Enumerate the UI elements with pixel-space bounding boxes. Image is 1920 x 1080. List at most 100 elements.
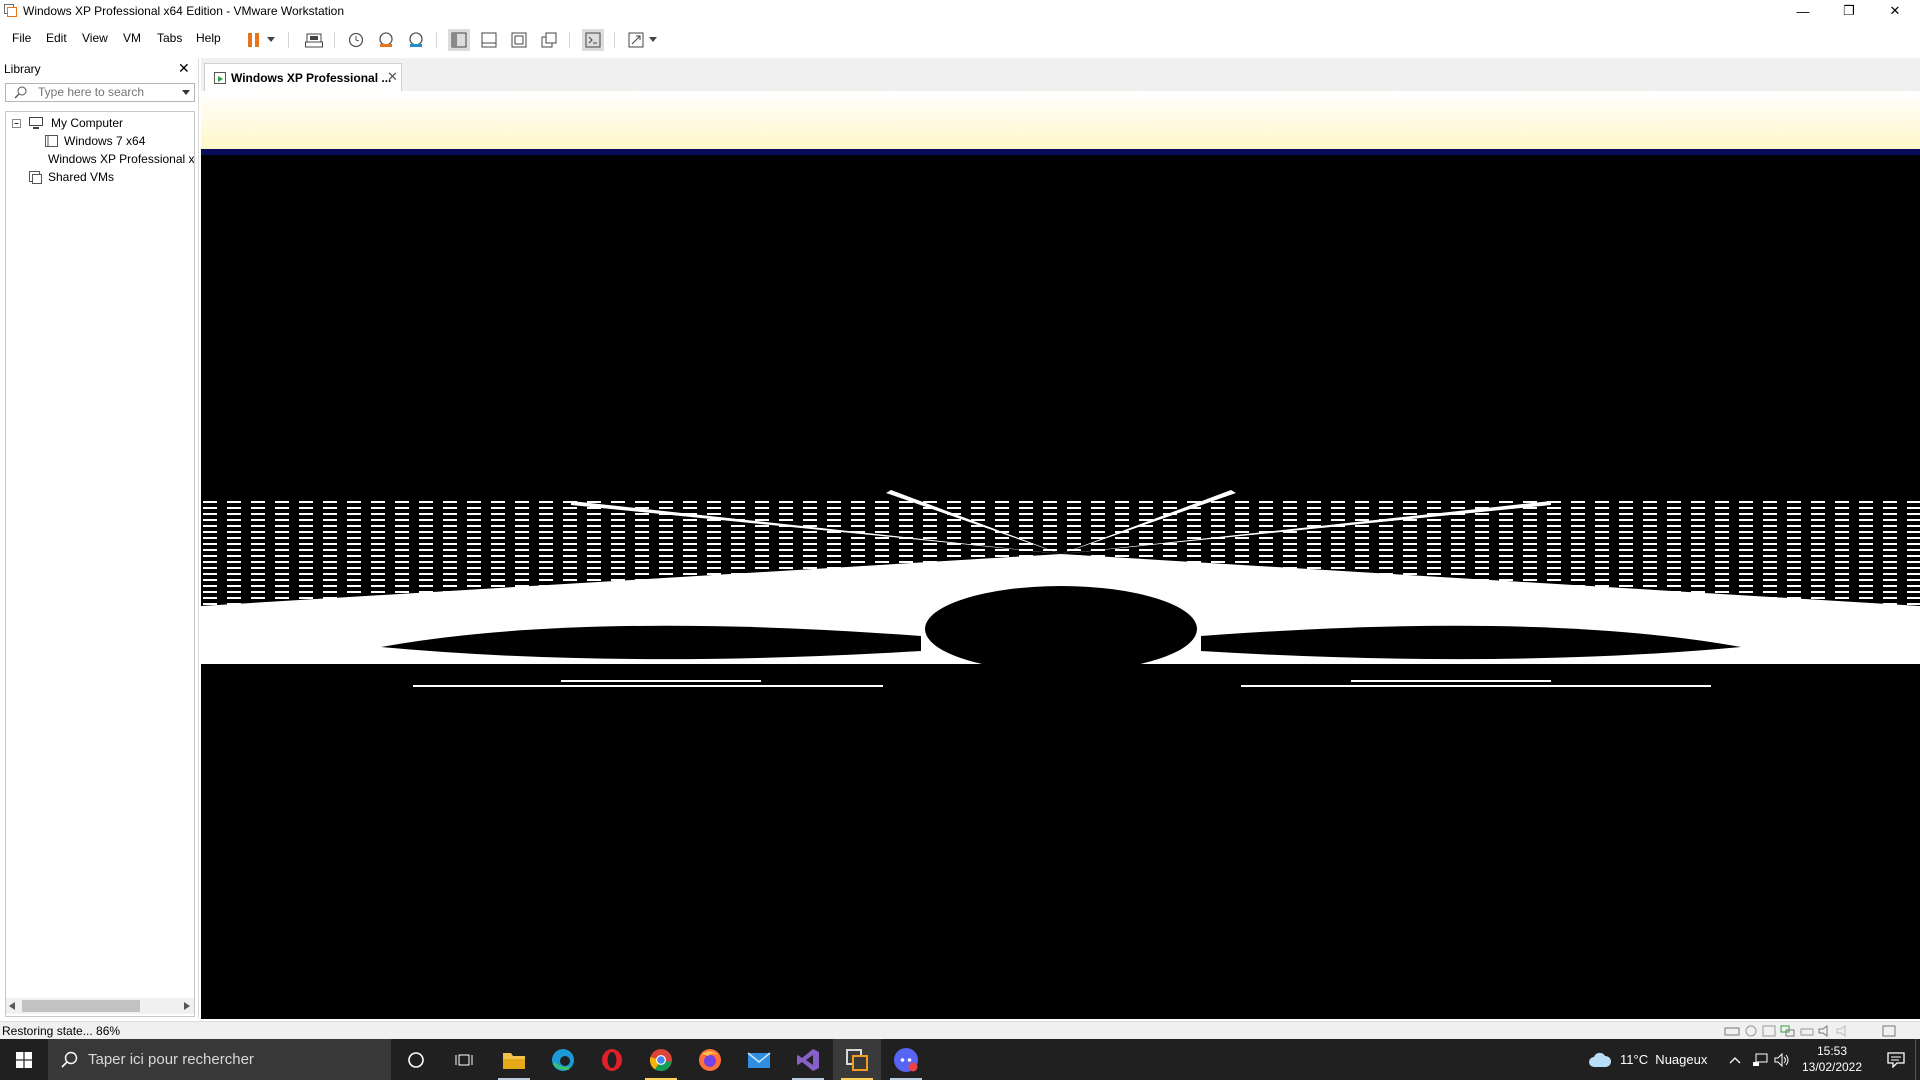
stretch-dropdown-button[interactable] bbox=[646, 29, 660, 51]
scroll-left-icon[interactable] bbox=[9, 1002, 15, 1010]
taskbar-app-vmware[interactable] bbox=[833, 1039, 881, 1080]
menu-help[interactable]: Help bbox=[196, 31, 221, 45]
clock[interactable]: 15:53 13/02/2022 bbox=[1800, 1043, 1864, 1075]
speaker-icon[interactable] bbox=[1836, 1025, 1850, 1037]
full-screen-button[interactable] bbox=[508, 29, 530, 51]
guest-screen-graphic bbox=[201, 91, 1920, 1019]
shared-vms-icon bbox=[29, 171, 42, 184]
tree-item-label: Windows 7 x64 bbox=[64, 134, 146, 148]
opera-icon bbox=[602, 1048, 622, 1071]
start-button[interactable] bbox=[0, 1039, 48, 1080]
revert-snapshot-icon bbox=[379, 32, 393, 47]
window-title: Windows XP Professional x64 Edition - VM… bbox=[23, 4, 345, 18]
menu-tabs[interactable]: Tabs bbox=[157, 31, 182, 45]
minimize-button[interactable]: — bbox=[1780, 0, 1826, 22]
show-thumbnail-bar-button[interactable] bbox=[478, 29, 500, 51]
full-screen-icon bbox=[511, 32, 527, 48]
floppy-icon[interactable] bbox=[1762, 1025, 1776, 1037]
task-view-icon bbox=[455, 1054, 473, 1065]
tree-item-my-computer[interactable]: My Computer bbox=[6, 114, 123, 132]
restore-button[interactable]: ❐ bbox=[1826, 0, 1872, 22]
taskbar-app-chrome[interactable] bbox=[637, 1039, 685, 1080]
message-log-icon[interactable] bbox=[1882, 1025, 1896, 1037]
library-header: Library bbox=[4, 62, 41, 76]
library-search-input[interactable] bbox=[38, 84, 176, 99]
pause-icon bbox=[248, 33, 259, 47]
cd-drive-icon[interactable] bbox=[1744, 1025, 1758, 1037]
console-icon bbox=[585, 32, 601, 48]
tree-item-windows-xp[interactable]: Windows XP Professional x64 Edition bbox=[44, 150, 194, 168]
stretch-icon bbox=[628, 32, 644, 48]
scrollbar-thumb[interactable] bbox=[22, 1000, 140, 1012]
unity-button[interactable] bbox=[538, 29, 560, 51]
menu-file[interactable]: File bbox=[12, 31, 31, 45]
chevron-up-icon bbox=[1729, 1056, 1741, 1063]
clock-date: 13/02/2022 bbox=[1801, 1060, 1863, 1074]
network-tray-button[interactable] bbox=[1752, 1039, 1768, 1080]
snapshot-icon bbox=[348, 32, 364, 48]
scroll-right-icon[interactable] bbox=[184, 1002, 190, 1010]
vm-running-icon bbox=[214, 72, 226, 84]
printer-icon[interactable] bbox=[1800, 1025, 1814, 1037]
action-center-button[interactable] bbox=[1878, 1039, 1914, 1080]
taskbar-app-discord[interactable] bbox=[882, 1039, 930, 1080]
weather-widget[interactable]: 11°C Nuageux bbox=[1588, 1039, 1707, 1080]
vmware-icon bbox=[846, 1048, 868, 1071]
tree-item-label: Windows XP Professional x64 Edition bbox=[48, 152, 194, 166]
keyboard-icon bbox=[305, 33, 323, 48]
library-close-button[interactable]: ✕ bbox=[178, 60, 190, 77]
library-search-box[interactable] bbox=[5, 83, 195, 102]
tree-item-label: Shared VMs bbox=[48, 170, 115, 184]
taskbar-app-file-explorer[interactable] bbox=[490, 1039, 538, 1080]
edge-icon bbox=[552, 1048, 574, 1071]
tab-close-button[interactable]: ✕ bbox=[387, 69, 398, 85]
menu-vm[interactable]: VM bbox=[123, 31, 141, 45]
chevron-down-icon[interactable] bbox=[182, 90, 190, 95]
volume-tray-button[interactable] bbox=[1774, 1039, 1790, 1080]
discord-icon bbox=[894, 1047, 918, 1072]
status-bar: Restoring state... 86% bbox=[0, 1021, 1920, 1040]
revert-snapshot-button[interactable] bbox=[375, 29, 397, 51]
pause-button[interactable] bbox=[243, 29, 265, 51]
tree-item-shared-vms[interactable]: Shared VMs bbox=[28, 168, 114, 186]
snapshot-manager-button[interactable] bbox=[405, 29, 427, 51]
tab-strip: Windows XP Professional ... ✕ bbox=[201, 58, 1920, 92]
weather-text: 11°C Nuageux bbox=[1620, 1052, 1708, 1067]
show-hidden-icons-button[interactable] bbox=[1729, 1039, 1741, 1080]
notification-icon bbox=[1887, 1051, 1905, 1068]
menu-view[interactable]: View bbox=[82, 31, 108, 45]
taskbar-app-edge[interactable] bbox=[539, 1039, 587, 1080]
library-panel-icon bbox=[451, 32, 467, 48]
tab-windows-xp[interactable]: Windows XP Professional ... ✕ bbox=[204, 63, 402, 92]
firefox-icon bbox=[699, 1048, 721, 1071]
library-horizontal-scrollbar[interactable] bbox=[6, 998, 194, 1014]
power-dropdown-button[interactable] bbox=[264, 29, 278, 51]
menu-edit[interactable]: Edit bbox=[46, 31, 67, 45]
stretch-guest-button[interactable] bbox=[625, 29, 647, 51]
tree-item-label: My Computer bbox=[51, 116, 124, 130]
taskbar-app-mail[interactable] bbox=[735, 1039, 783, 1080]
taskbar-app-firefox[interactable] bbox=[686, 1039, 734, 1080]
status-text: Restoring state... 86% bbox=[2, 1024, 121, 1038]
taskbar-app-visual-studio[interactable] bbox=[784, 1039, 832, 1080]
show-library-button[interactable] bbox=[448, 29, 470, 51]
cortana-button[interactable] bbox=[392, 1039, 440, 1080]
vm-display[interactable] bbox=[201, 91, 1920, 1019]
tree-item-windows-7[interactable]: Windows 7 x64 bbox=[44, 132, 145, 150]
hard-disk-icon[interactable] bbox=[1724, 1025, 1740, 1037]
console-view-button[interactable] bbox=[582, 29, 604, 51]
task-view-button[interactable] bbox=[440, 1039, 488, 1080]
sound-card-icon[interactable] bbox=[1818, 1025, 1832, 1037]
network-adapter-icon[interactable] bbox=[1780, 1025, 1796, 1037]
show-desktop-button[interactable] bbox=[1915, 1039, 1920, 1080]
send-ctrl-alt-del-button[interactable] bbox=[303, 29, 325, 51]
taskbar-search-box[interactable]: Taper ici pour rechercher bbox=[48, 1039, 391, 1080]
network-icon bbox=[1753, 1053, 1768, 1066]
cortana-icon bbox=[408, 1051, 424, 1068]
computer-icon bbox=[29, 117, 43, 129]
windows-logo-icon bbox=[16, 1051, 32, 1068]
take-snapshot-button[interactable] bbox=[345, 29, 367, 51]
speaker-icon bbox=[1774, 1052, 1789, 1067]
close-button[interactable]: ✕ bbox=[1872, 0, 1918, 22]
taskbar-app-opera[interactable] bbox=[588, 1039, 636, 1080]
